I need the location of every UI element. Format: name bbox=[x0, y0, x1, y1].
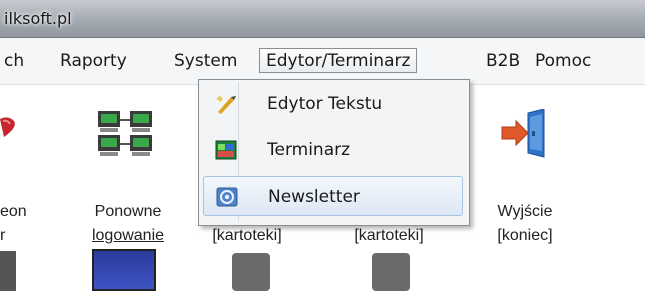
edytor-terminarz-dropdown: Edytor Tekstu Terminarz Newsletter bbox=[198, 79, 470, 226]
toolbar-label-line1: eon bbox=[0, 203, 27, 220]
menu-item-label: Edytor Tekstu bbox=[267, 94, 383, 114]
monitor-icon bbox=[92, 249, 156, 291]
menu-bar: ch Raporty System Edytor/Terminarz B2B P… bbox=[0, 38, 645, 85]
menu-item-partial[interactable]: ch bbox=[4, 49, 24, 73]
exit-door-icon bbox=[501, 109, 545, 158]
pen-edit-icon bbox=[216, 95, 236, 114]
toolbar-label-line2: logowanie bbox=[91, 227, 165, 244]
menu-item-newsletter[interactable]: Newsletter bbox=[203, 176, 463, 216]
network-computers-icon bbox=[98, 111, 152, 156]
menu-item-system[interactable]: System bbox=[174, 49, 237, 73]
toolbar-label-line2: r bbox=[0, 227, 6, 244]
document-stack-icon bbox=[232, 253, 270, 291]
menu-item-b2b[interactable]: B2B bbox=[486, 49, 520, 73]
title-bar: ilksoft.pl bbox=[0, 0, 645, 38]
menu-item-label: Terminarz bbox=[267, 140, 351, 160]
menu-item-pomoc[interactable]: Pomoc bbox=[535, 49, 591, 73]
red-heart-icon bbox=[0, 117, 15, 137]
document-stack-icon bbox=[372, 253, 410, 291]
toolbar-label-line1: Wyjście bbox=[497, 203, 553, 220]
toolbar-label-line2: [kartoteki] bbox=[354, 227, 424, 244]
partial-icon bbox=[0, 251, 16, 291]
at-sign-icon bbox=[216, 187, 238, 207]
toolbar-label-line2: [koniec] bbox=[497, 227, 553, 244]
menu-item-raporty[interactable]: Raporty bbox=[60, 49, 127, 73]
menu-item-terminarz[interactable]: Terminarz bbox=[203, 130, 463, 170]
toolbar-label-line1: Ponowne bbox=[94, 203, 162, 220]
menu-item-edytor-terminarz[interactable]: Edytor/Terminarz bbox=[259, 48, 418, 73]
toolbar-label-line2: [kartoteki] bbox=[212, 227, 282, 244]
calendar-icon bbox=[215, 140, 237, 160]
menu-item-edytor-tekstu[interactable]: Edytor Tekstu bbox=[203, 84, 463, 124]
window-title: ilksoft.pl bbox=[4, 9, 72, 28]
menu-item-label: Newsletter bbox=[268, 187, 360, 207]
